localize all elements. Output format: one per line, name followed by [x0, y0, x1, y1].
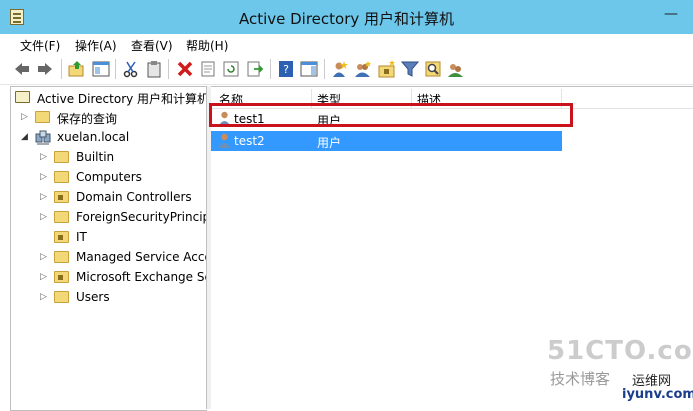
svg-text:?: ? [283, 63, 289, 76]
folder-icon [54, 151, 69, 163]
new-ou-icon[interactable] [378, 60, 396, 78]
menu-bar: 文件(F) 操作(A) 查看(V) 帮助(H) [0, 34, 693, 54]
user-icon [218, 133, 231, 148]
folder-icon [54, 211, 69, 223]
delete-icon[interactable] [176, 60, 194, 78]
expand-arrow-icon[interactable]: ▷ [40, 272, 47, 282]
menu-help[interactable]: 帮助(H) [186, 37, 228, 54]
show-console-tree-icon[interactable] [92, 60, 110, 78]
action-pane-icon[interactable] [300, 60, 318, 78]
find-icon[interactable] [424, 60, 442, 78]
expand-arrow-icon[interactable]: ▷ [40, 252, 47, 262]
menu-view[interactable]: 查看(V) [131, 37, 173, 54]
menu-file[interactable]: 文件(F) [20, 37, 60, 54]
new-group-icon[interactable] [354, 60, 372, 78]
tree-label: Active Directory 用户和计算机 [37, 92, 207, 106]
toolbar-separator [115, 59, 116, 79]
expand-arrow-icon[interactable]: ▷ [40, 172, 47, 182]
expand-arrow-icon[interactable]: ▷ [40, 192, 47, 202]
watermark-brand: 51CTO.com [547, 336, 693, 366]
tree-label: Computers [76, 170, 142, 184]
paste-icon[interactable] [145, 60, 163, 78]
forward-icon[interactable] [36, 60, 54, 78]
new-user-icon[interactable] [331, 60, 349, 78]
toolbar-separator [324, 59, 325, 79]
minimize-button[interactable]: — [664, 6, 678, 22]
add-to-group-icon[interactable] [447, 60, 465, 78]
ou-icon [54, 271, 69, 283]
tree-label: IT [76, 230, 87, 244]
ou-icon [54, 231, 69, 243]
domain-icon [35, 130, 51, 145]
filter-icon[interactable] [401, 60, 419, 78]
title-bar: Active Directory 用户和计算机 — [0, 0, 693, 34]
list-row-selected[interactable]: test2 用户 [211, 131, 562, 151]
collapse-arrow-icon[interactable]: ◢ [21, 132, 28, 142]
tree-label: Users [76, 290, 110, 304]
toolbar: ? [0, 54, 693, 85]
folder-icon [54, 291, 69, 303]
toolbar-separator [270, 59, 271, 79]
help-icon[interactable]: ? [277, 60, 295, 78]
row-type: 用户 [317, 136, 342, 150]
tree-label: xuelan.local [57, 130, 130, 144]
tree-label: Managed Service Acco [76, 250, 207, 264]
tree-label: ForeignSecurityPrincipa [76, 210, 207, 224]
ou-icon [54, 191, 69, 203]
snapin-icon [15, 91, 30, 103]
expand-arrow-icon[interactable]: ▷ [40, 152, 47, 162]
toolbar-separator [61, 59, 62, 79]
export-list-icon[interactable] [246, 60, 264, 78]
row-name: test2 [234, 134, 265, 148]
cut-icon[interactable] [122, 60, 140, 78]
window-title: Active Directory 用户和计算机 [238, 10, 455, 28]
folder-icon [54, 251, 69, 263]
expand-arrow-icon[interactable]: ▷ [40, 212, 47, 222]
tree-label: Builtin [76, 150, 115, 164]
tree-label: Microsoft Exchange Se [76, 270, 207, 284]
console-tree: Active Directory 用户和计算机 ▷ 保存的查询 ◢ xuelan… [10, 86, 207, 411]
tree-label: 保存的查询 [57, 112, 118, 126]
up-folder-icon[interactable] [68, 60, 86, 78]
watermark-blog: 技术博客 [550, 370, 611, 388]
watermark-site: iyunv.com [622, 387, 693, 402]
highlight-box [209, 103, 573, 127]
tree-label: Domain Controllers [76, 190, 192, 204]
expand-arrow-icon[interactable]: ▷ [21, 112, 28, 122]
properties-icon[interactable] [199, 60, 217, 78]
folder-icon [35, 111, 50, 123]
refresh-icon[interactable] [222, 60, 240, 78]
folder-icon [54, 171, 69, 183]
menu-action[interactable]: 操作(A) [75, 37, 117, 54]
toolbar-separator [168, 59, 169, 79]
expand-arrow-icon[interactable]: ▷ [40, 292, 47, 302]
back-icon[interactable] [13, 60, 31, 78]
